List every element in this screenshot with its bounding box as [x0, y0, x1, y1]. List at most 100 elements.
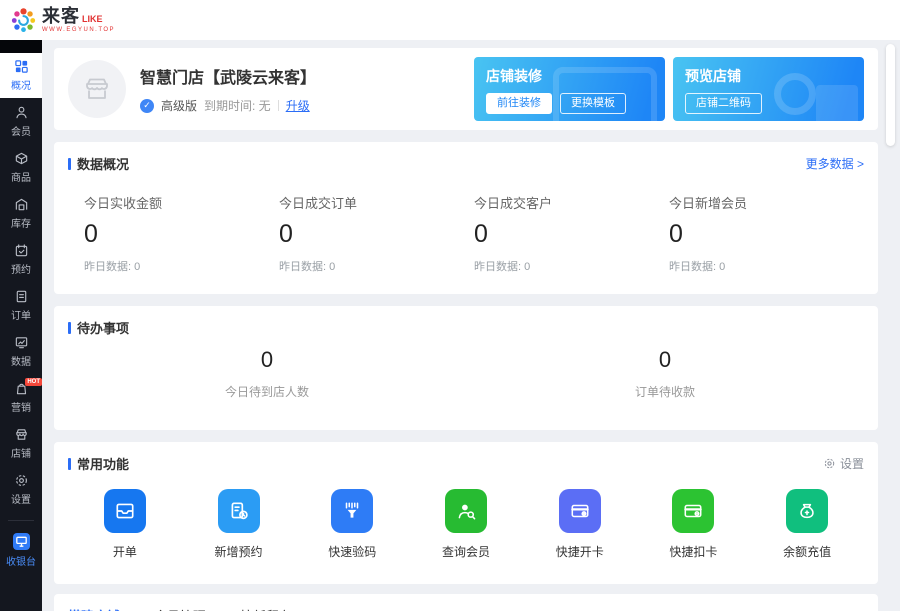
- vertical-scrollbar[interactable]: [886, 44, 895, 146]
- sidebar-item-inventory[interactable]: 库存: [0, 191, 42, 236]
- brand-name-en: LIKE: [82, 15, 103, 24]
- plan-badge-icon: ✓: [140, 99, 154, 113]
- brand-name-cn: 来客: [42, 7, 80, 25]
- metric-yesterday: 昨日数据: 0: [474, 258, 669, 274]
- sidebar-item-overview[interactable]: 概况: [0, 53, 42, 98]
- sidebar-item-label: 概况: [11, 77, 31, 92]
- metric-today-revenue: 今日实收金额 0 昨日数据: 0: [84, 193, 279, 274]
- setup-tabs: 搭建店铺 会员管理 拉新留存: [68, 606, 864, 611]
- sidebar-item-label: 数据: [11, 353, 31, 368]
- receipt-icon: [14, 289, 29, 304]
- todo-visitors: 0 今日待到店人数: [68, 347, 466, 400]
- promo-card-preview[interactable]: 预览店铺 店铺二维码: [673, 57, 864, 121]
- quick-action-member-search[interactable]: 查询会员: [409, 489, 523, 560]
- tab-build-store[interactable]: 搭建店铺: [68, 606, 120, 611]
- sidebar-item-label: 商品: [11, 169, 31, 184]
- metric-new-members: 今日新增会员 0 昨日数据: 0: [669, 193, 864, 274]
- expire-label: 到期时间: 无: [204, 97, 271, 114]
- sidebar-item-label: 收银台: [6, 553, 36, 568]
- promo-card-decorate[interactable]: 店铺装修 前往装修 更换模板: [474, 57, 665, 121]
- money-bag-icon: [796, 500, 818, 522]
- appointment-icon: [228, 500, 250, 522]
- sidebar-item-label: 库存: [11, 215, 31, 230]
- quick-action-new-booking[interactable]: 新增预约: [182, 489, 296, 560]
- sidebar-item-marketing[interactable]: HOT 营销: [0, 375, 42, 420]
- quick-action-open-order[interactable]: 开单: [68, 489, 182, 560]
- sidebar-item-settings[interactable]: 设置: [0, 467, 42, 512]
- sidebar-item-members[interactable]: 会员: [0, 99, 42, 144]
- tab-acquisition-retention[interactable]: 拉新留存: [240, 606, 292, 611]
- store-header-card: 智慧门店【武陵云来客】 ✓ 高级版 到期时间: 无 升级 店铺装修 前往装修 更…: [54, 48, 878, 130]
- quick-action-deduct-card[interactable]: 快捷扣卡: [637, 489, 751, 560]
- brand-url: WWW.EGYUN.TOP: [42, 27, 115, 33]
- sidebar-item-label: 预约: [11, 261, 31, 276]
- metric-today-customers: 今日成交客户 0 昨日数据: 0: [474, 193, 669, 274]
- calendar-check-icon: [14, 243, 29, 258]
- quick-actions-panel: 常用功能 设置 开单: [54, 442, 878, 584]
- box-icon: [14, 151, 29, 166]
- meta-divider: [278, 100, 279, 111]
- metric-value: 0: [279, 220, 474, 249]
- gear-icon: [823, 457, 836, 470]
- card-open-icon: [569, 500, 591, 522]
- more-data-link[interactable]: 更多数据 >: [806, 155, 864, 172]
- sidebar-item-label: 订单: [11, 307, 31, 322]
- quick-action-scan-code[interactable]: 快速验码: [295, 489, 409, 560]
- top-header: 来客 LIKE WWW.EGYUN.TOP: [0, 0, 900, 40]
- section-title: 待办事项: [68, 318, 129, 337]
- sidebar-nav: 概况 会员 商品 库存 预约 订单 数据: [0, 40, 42, 611]
- promo-title: 预览店铺: [685, 66, 852, 86]
- sidebar-item-products[interactable]: 商品: [0, 145, 42, 190]
- metric-yesterday: 昨日数据: 0: [84, 258, 279, 274]
- sidebar-top-strip: [0, 40, 42, 53]
- cashier-icon: [13, 533, 30, 550]
- barcode-scan-icon: [341, 500, 363, 522]
- invoice-icon: [114, 500, 136, 522]
- main-content: 智慧门店【武陵云来客】 ✓ 高级版 到期时间: 无 升级 店铺装修 前往装修 更…: [42, 40, 900, 611]
- sidebar-item-orders[interactable]: 订单: [0, 283, 42, 328]
- quick-action-recharge[interactable]: 余额充值: [750, 489, 864, 560]
- sidebar-item-label: 会员: [11, 123, 31, 138]
- todo-pending-payment: 0 订单待收款: [466, 347, 864, 400]
- metric-yesterday: 昨日数据: 0: [279, 258, 474, 274]
- chart-icon: [14, 335, 29, 350]
- metric-yesterday: 昨日数据: 0: [669, 258, 864, 274]
- data-overview-panel: 数据概况 更多数据 > 今日实收金额 0 昨日数据: 0 今日成交订单 0 昨日…: [54, 142, 878, 294]
- store-info: 智慧门店【武陵云来客】 ✓ 高级版 到期时间: 无 升级: [140, 64, 316, 114]
- store-title: 智慧门店【武陵云来客】: [140, 64, 316, 88]
- metric-value: 0: [669, 220, 864, 249]
- storefront-icon: [14, 427, 29, 442]
- promo-title: 店铺装修: [486, 66, 653, 86]
- sidebar-item-label: 店铺: [11, 445, 31, 460]
- sidebar-item-store[interactable]: 店铺: [0, 421, 42, 466]
- change-template-button[interactable]: 更换模板: [560, 93, 626, 114]
- sidebar-divider: [8, 520, 34, 521]
- member-search-icon: [455, 500, 477, 522]
- todo-value: 0: [466, 347, 864, 373]
- tab-member-management[interactable]: 会员管理: [154, 606, 206, 611]
- plan-name: 高级版: [161, 97, 197, 114]
- todo-label: 订单待收款: [466, 383, 864, 400]
- section-title: 数据概况: [68, 154, 129, 173]
- sidebar-item-cashier[interactable]: 收银台: [0, 528, 42, 573]
- store-avatar: [68, 60, 126, 118]
- card-deduct-icon: [682, 500, 704, 522]
- setup-panel: 搭建店铺 会员管理 拉新留存 服务管理 卡项管理: [54, 594, 878, 611]
- sidebar-item-label: 设置: [11, 491, 31, 506]
- sidebar-item-booking[interactable]: 预约: [0, 237, 42, 282]
- gear-icon: [14, 473, 29, 488]
- hot-badge: HOT: [25, 378, 42, 386]
- todo-label: 今日待到店人数: [68, 383, 466, 400]
- quick-actions-settings-button[interactable]: 设置: [823, 455, 864, 472]
- go-decorate-button[interactable]: 前往装修: [486, 93, 552, 114]
- metric-today-orders: 今日成交订单 0 昨日数据: 0: [279, 193, 474, 274]
- sidebar-item-data[interactable]: 数据: [0, 329, 42, 374]
- grid-icon: [14, 59, 29, 74]
- brand-pinwheel-icon: [10, 7, 37, 34]
- warehouse-icon: [14, 197, 29, 212]
- metric-value: 0: [84, 220, 279, 249]
- quick-action-open-card[interactable]: 快捷开卡: [523, 489, 637, 560]
- brand-logo: 来客 LIKE WWW.EGYUN.TOP: [10, 7, 115, 34]
- upgrade-link[interactable]: 升级: [286, 97, 310, 114]
- store-qrcode-button[interactable]: 店铺二维码: [685, 93, 762, 114]
